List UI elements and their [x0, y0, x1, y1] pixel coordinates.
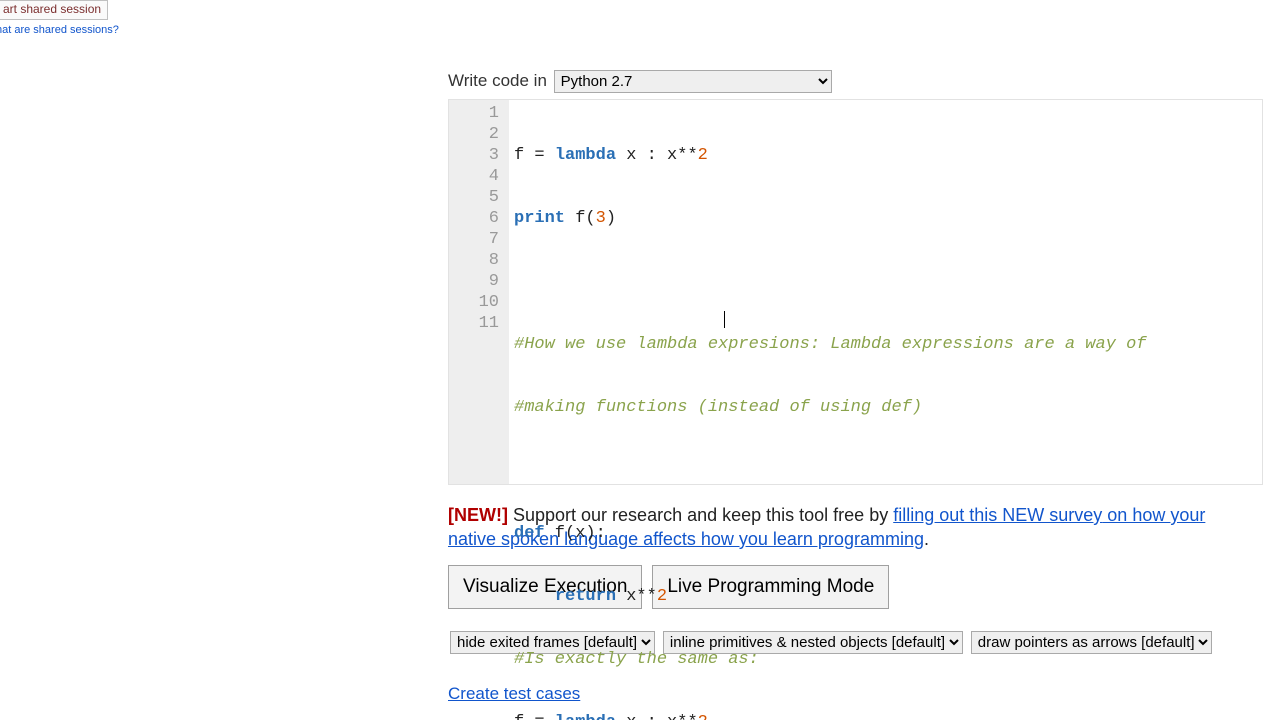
code-editor[interactable]: 123456 7891011 f = lambda x : x**2 print… — [448, 99, 1263, 485]
language-select-label: Write code in — [448, 71, 547, 90]
new-badge: [NEW!] — [448, 505, 508, 525]
shared-sessions-help-link[interactable]: hat are shared sessions? — [0, 24, 119, 36]
code-area[interactable]: f = lambda x : x**2 print f(3) #How we u… — [509, 100, 1262, 484]
language-select[interactable]: Python 2.7Python 3.6JavaJavaScriptCC++ — [554, 70, 832, 93]
line-gutter: 123456 7891011 — [449, 100, 509, 484]
start-shared-session-button[interactable]: art shared session — [0, 0, 108, 20]
text-cursor-2 — [724, 311, 725, 328]
